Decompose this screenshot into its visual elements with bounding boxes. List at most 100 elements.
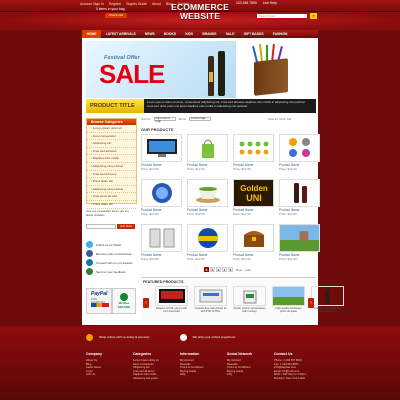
sidebar-item[interactable]: Adipiscing elit xyxy=(87,140,136,148)
footer-column-company: Company About Us Blog Latest News Login … xyxy=(86,352,133,381)
nav-sale[interactable]: SALE xyxy=(221,32,239,36)
nav-home[interactable]: HOME xyxy=(82,30,102,38)
last-page-link[interactable]: Last xyxy=(245,268,251,272)
nav-brands[interactable]: BRANDS xyxy=(198,32,221,36)
sort-select[interactable]: Price Low to High xyxy=(153,117,176,122)
banner-title: SALE xyxy=(99,59,165,89)
sidebar-item[interactable]: Dapibus odio mollis xyxy=(87,155,136,163)
mug-icon[interactable] xyxy=(233,286,266,306)
product-card[interactable]: Product Name Price: $12.99 xyxy=(279,224,320,266)
page-link[interactable]: 1 xyxy=(204,267,209,272)
nav-kids[interactable]: KIDS xyxy=(181,32,198,36)
site-logo[interactable]: ECOMMERCE WEBSITE xyxy=(164,3,236,27)
sidebar-item[interactable]: Porta ullam ultr xyxy=(87,178,136,186)
treasure-chest-icon[interactable] xyxy=(233,224,274,252)
shopping-bag-icon[interactable] xyxy=(187,134,228,162)
social-feedback[interactable]: Send us your feedback xyxy=(86,267,137,276)
nav-fashion[interactable]: FASHION xyxy=(268,32,292,36)
secured-seal-icon[interactable] xyxy=(187,224,228,252)
social-twitter[interactable]: Follow us on Twitter xyxy=(86,240,137,249)
carousel-next-button[interactable]: › xyxy=(308,298,314,308)
footer-link[interactable]: Adipiscing nisi pulvin xyxy=(133,377,180,381)
featured-title: Vintage style badge and seal collection xyxy=(313,307,342,314)
top-link-about[interactable]: About xyxy=(152,2,161,7)
social-facebook[interactable]: Become a fan on Facebook xyxy=(86,249,137,258)
cart-summary[interactable]: 0 items in your bag xyxy=(96,7,125,11)
product-card[interactable]: Product Name Price: $12.99 xyxy=(187,179,228,221)
web-buttons-icon[interactable] xyxy=(279,134,320,162)
nav-latest-arrivals[interactable]: LATEST ARRIVALS xyxy=(101,32,140,36)
product-card[interactable]: Product Name Price: $12.99 xyxy=(233,134,274,176)
product-price: Price: $12.99 xyxy=(233,257,251,261)
page-link[interactable]: 2 xyxy=(210,267,215,272)
footer-link[interactable]: FAQ xyxy=(227,373,274,377)
security-badge: McAfee SECURE xyxy=(112,288,136,314)
contact-strip: 123 456 7890 Live Help xyxy=(236,1,277,5)
social-label: Become a fan on Facebook xyxy=(96,251,132,256)
product-card[interactable]: Product Name Price: $12.99 xyxy=(141,179,182,221)
badge-icon[interactable] xyxy=(141,179,182,207)
web-kit-icon[interactable] xyxy=(194,286,227,306)
product-title: PRODUCT TITLE xyxy=(86,99,144,113)
frames-icon[interactable] xyxy=(141,224,182,252)
footer-link[interactable]: Join Us xyxy=(86,373,133,377)
page-link[interactable]: 4 xyxy=(222,267,227,272)
show-select[interactable]: 12 Per Page xyxy=(189,117,212,121)
product-card[interactable]: Product Name Price: $12.99 xyxy=(187,224,228,266)
sidebar-item[interactable]: Cras sed all lacus xyxy=(87,148,136,156)
next-page-link[interactable]: Next xyxy=(236,268,242,272)
nav-books[interactable]: BOOKS xyxy=(159,32,180,36)
social-linkedin[interactable]: Connect with us on LinkedIn xyxy=(86,258,137,267)
live-help-link[interactable]: Live Help xyxy=(263,1,277,5)
sidebar-item[interactable]: Cras sed all lacus xyxy=(87,171,136,179)
product-card[interactable]: Product Name Price: $12.99 xyxy=(233,224,274,266)
checkout-button[interactable]: Check Out xyxy=(105,13,127,18)
twitter-icon xyxy=(86,241,93,248)
top-link-buyers-guide[interactable]: Buyers Guide xyxy=(126,2,147,7)
page-link[interactable]: 3 xyxy=(216,267,221,272)
monitor-icon[interactable] xyxy=(141,134,182,162)
footer-heading: Social Network xyxy=(227,352,253,356)
teacup-icon[interactable] xyxy=(187,179,228,207)
sidebar-item[interactable]: Adipiscing nisi pulvinar xyxy=(87,186,136,194)
wine-icon[interactable] xyxy=(311,286,344,306)
product-card[interactable]: Golden UNI Product Name Price: $12.99 xyxy=(233,179,274,221)
page-link[interactable]: 5 xyxy=(228,267,233,272)
sidebar-item[interactable]: Cras lacus all odio xyxy=(87,193,136,201)
featured-item[interactable]: Stylish product presentation with mockup xyxy=(233,286,266,313)
nav-gift-baskets[interactable]: GIFT BASKS xyxy=(239,32,268,36)
footer-heading: Categories xyxy=(133,352,152,356)
product-card[interactable]: Product Name Price: $12.99 xyxy=(141,224,182,266)
product-card[interactable]: Product Name Price: $12.99 xyxy=(279,134,320,176)
sidebar-item[interactable]: Adipiscing nisi pulvinar xyxy=(87,163,136,171)
product-card[interactable]: Product Name Price: $12.99 xyxy=(141,134,182,176)
featured-item[interactable]: Creative free web design kit with PSD & … xyxy=(194,286,227,313)
carousel-prev-button[interactable]: ‹ xyxy=(143,298,149,308)
player-icon[interactable] xyxy=(155,286,188,306)
search-input[interactable]: Search here xyxy=(256,13,308,19)
nav-news[interactable]: NEWS xyxy=(140,32,159,36)
newsletter-email-input[interactable] xyxy=(86,224,116,229)
golden-unit-icon[interactable]: Golden UNI xyxy=(233,179,274,207)
product-card[interactable]: Product Name Price: $12.99 xyxy=(187,134,228,176)
newsletter-join-button[interactable]: Join Now xyxy=(117,224,135,229)
landscape-icon[interactable] xyxy=(279,224,320,252)
featured-title: Elegant HeTML player with FLV download xyxy=(155,307,188,314)
view-toggle[interactable]: View as: Grid | List xyxy=(268,117,291,121)
featured-item[interactable]: Vintage style badge and seal collection xyxy=(311,286,344,313)
stars-icon[interactable] xyxy=(233,134,274,162)
footer-promo-bar: Shop online with us today & securely We … xyxy=(82,331,318,343)
sidebar-item[interactable]: Porta ullam ultr xyxy=(87,201,136,209)
sort-label: Sort by xyxy=(141,117,151,121)
featured-item[interactable]: Elegant HeTML player with FLV download xyxy=(155,286,188,313)
sidebar-item[interactable]: Lorem ipsum dolor sit xyxy=(87,125,136,133)
landscape-icon[interactable] xyxy=(272,286,305,306)
wine-icon[interactable] xyxy=(279,179,320,207)
product-card[interactable]: Product Name Price: $12.99 xyxy=(279,179,320,221)
product-price: Price: $12.99 xyxy=(233,212,251,216)
product-price: Price: $12.99 xyxy=(279,212,297,216)
footer-link[interactable]: FAQ xyxy=(180,373,227,377)
sidebar-item[interactable]: Amet consectetur xyxy=(87,133,136,141)
search-button[interactable]: » xyxy=(310,13,317,19)
featured-item[interactable]: High quality landscape photo template xyxy=(272,286,305,313)
